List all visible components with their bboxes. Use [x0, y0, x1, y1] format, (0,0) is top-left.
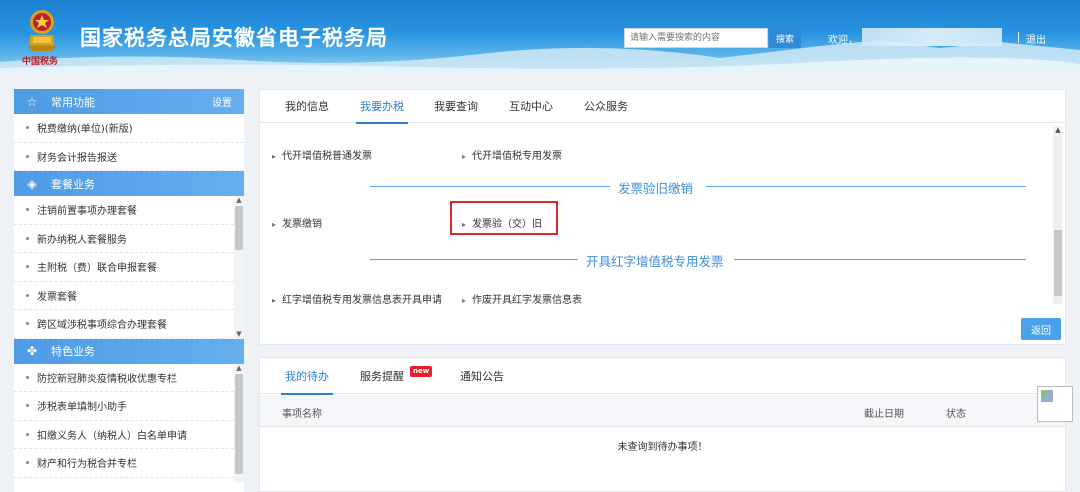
- link-red-invoice-apply[interactable]: 红字增值税专用发票信息表开具申请: [272, 291, 442, 306]
- link-ordinary-invoice[interactable]: 代开增值税普通发票: [272, 147, 372, 162]
- section-list-package: 注销前置事项办理套餐 新办纳税人套餐服务 主附税（费）联合申报套餐 发票套餐 跨…: [14, 196, 244, 339]
- sidebar-item[interactable]: 涉税表单填制小助手: [14, 392, 244, 421]
- logout-link[interactable]: 退出: [1018, 31, 1046, 46]
- panel-scrollbar[interactable]: ▲: [1053, 126, 1063, 304]
- section-header-common[interactable]: ☆ 常用功能 设置: [14, 89, 244, 114]
- sidebar-item[interactable]: 防控新冠肺炎疫情税收优惠专栏: [14, 364, 244, 392]
- link-invoice-cancel[interactable]: 发票缴销: [272, 215, 322, 230]
- sidebar-item[interactable]: 注销前置事项办理套餐: [14, 196, 244, 225]
- sidebar-item[interactable]: 主附税（费）联合申报套餐: [14, 253, 244, 282]
- tab-my-info[interactable]: 我的信息: [285, 90, 329, 123]
- sidebar-scrollbar[interactable]: ▲ ▼: [234, 196, 244, 338]
- top-banner: 中国税务 国家税务总局安徽省电子税务局 搜索 欢迎， 退出: [0, 0, 1080, 74]
- link-void-red-invoice[interactable]: 作废开具红字发票信息表: [462, 291, 582, 306]
- table-header: 事项名称 截止日期 状态: [260, 395, 1065, 427]
- group-title-invoice-verify: 发票验旧缴销: [618, 181, 694, 196]
- section-title: 特色业务: [51, 345, 95, 358]
- tab-notices[interactable]: 通知公告: [460, 358, 504, 394]
- group-divider-right: [706, 186, 1026, 187]
- group-divider-left: [370, 186, 610, 187]
- tab-service-reminder[interactable]: 服务提醒: [360, 358, 404, 394]
- section-title: 常用功能: [51, 95, 95, 109]
- group-divider-right: [734, 259, 1026, 260]
- settings-link[interactable]: 设置: [212, 94, 232, 109]
- sidebar-item[interactable]: 发票套餐: [14, 282, 244, 310]
- column-item-name: 事项名称: [282, 409, 322, 420]
- scroll-thumb[interactable]: [235, 373, 243, 474]
- tab-my-todo[interactable]: 我的待办: [281, 358, 333, 395]
- layers-icon: ◈: [27, 176, 37, 191]
- tab-query[interactable]: 我要查询: [434, 90, 478, 123]
- user-name-redacted: [862, 28, 1002, 46]
- section-list-featured: 防控新冠肺炎疫情税收优惠专栏 涉税表单填制小助手 扣缴义务人（纳税人）白名单申请…: [14, 363, 244, 482]
- sidebar: ☆ 常用功能 设置 税费缴纳(单位)(新版) 财务会计报告报送 ◈ 套餐业务 注…: [14, 89, 244, 492]
- sidebar-item[interactable]: 税费缴纳(单位)(新版): [14, 114, 244, 143]
- broken-image-icon: [1037, 386, 1073, 422]
- tax-emblem-icon: [28, 10, 56, 51]
- main-tabs: 我的信息 我要办税 我要查询 互动中心 公众服务: [260, 90, 1065, 124]
- scroll-thumb[interactable]: [1054, 230, 1062, 296]
- return-button[interactable]: 返回: [1021, 318, 1061, 340]
- group-title-red-invoice: 开具红字增值税专用发票: [586, 254, 724, 269]
- search-button[interactable]: 搜索: [769, 28, 801, 48]
- tab-interaction[interactable]: 互动中心: [509, 90, 553, 123]
- sidebar-scrollbar[interactable]: ▲: [234, 363, 244, 482]
- sidebar-item[interactable]: 财产和行为税合并专栏: [14, 449, 244, 478]
- group-divider-left: [370, 259, 578, 260]
- site-title: 国家税务总局安徽省电子税务局: [80, 26, 388, 50]
- scroll-up-icon[interactable]: ▲: [234, 196, 244, 204]
- todo-panel: 我的待办 服务提醒 new 通知公告 事项名称 截止日期 状态 未查询到待办事项…: [259, 357, 1066, 492]
- scroll-up-icon[interactable]: ▲: [234, 364, 244, 372]
- emblem-caption: 中国税务: [22, 57, 59, 67]
- tax-services-panel: 我的信息 我要办税 我要查询 互动中心 公众服务 代开增值税普通发票 代开增值税…: [259, 89, 1066, 345]
- column-status: 状态: [946, 409, 966, 420]
- scroll-down-icon[interactable]: ▼: [234, 330, 244, 338]
- sidebar-item[interactable]: 扣缴义务人（纳税人）白名单申请: [14, 421, 244, 449]
- sidebar-item[interactable]: 跨区域涉税事项综合办理套餐: [14, 310, 244, 339]
- section-header-package[interactable]: ◈ 套餐业务: [14, 171, 244, 196]
- highlight-box: [450, 201, 558, 235]
- new-badge: new: [410, 366, 433, 377]
- sidebar-item[interactable]: 财务会计报告报送: [14, 143, 244, 171]
- clover-icon: ✤: [26, 344, 38, 358]
- section-header-featured[interactable]: ✤ 特色业务: [14, 338, 244, 364]
- todo-tabs: 我的待办 服务提醒 new 通知公告: [260, 358, 1065, 395]
- section-list-common: 税费缴纳(单位)(新版) 财务会计报告报送: [14, 114, 244, 171]
- sidebar-item[interactable]: 新办纳税人套餐服务: [14, 225, 244, 253]
- tab-tax-handling[interactable]: 我要办税: [356, 90, 408, 124]
- service-links-area: 代开增值税普通发票 代开增值税专用发票 发票验旧缴销 发票缴销 发票验（交）旧 …: [260, 123, 1065, 306]
- section-title: 套餐业务: [51, 177, 95, 191]
- link-special-invoice[interactable]: 代开增值税专用发票: [462, 147, 562, 162]
- scroll-thumb[interactable]: [235, 206, 243, 250]
- welcome-text: 欢迎，: [828, 35, 858, 46]
- star-icon: ☆: [26, 94, 38, 109]
- column-deadline: 截止日期: [864, 409, 904, 420]
- empty-todo-message: 未查询到待办事项！: [617, 442, 708, 453]
- tab-public-service[interactable]: 公众服务: [584, 90, 628, 123]
- scroll-up-icon[interactable]: ▲: [1053, 126, 1063, 134]
- search-input[interactable]: [624, 28, 768, 48]
